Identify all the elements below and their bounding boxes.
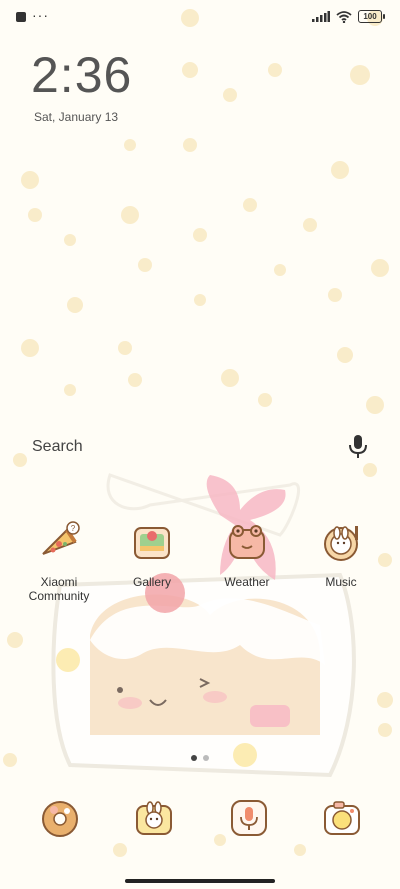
gallery-cake-icon <box>134 527 170 559</box>
wallpaper-dot <box>183 138 197 152</box>
home-indicator[interactable] <box>125 879 275 883</box>
wallpaper-dot <box>194 294 206 306</box>
wallpaper-dot <box>294 844 306 856</box>
page-dot <box>203 755 209 761</box>
wallpaper-dot <box>121 206 139 224</box>
microphone-icon[interactable] <box>346 434 370 460</box>
wallpaper-dot <box>28 208 42 222</box>
search-label: Search <box>32 438 83 455</box>
wallpaper-dot <box>182 62 198 78</box>
bunny-music-icon <box>324 526 358 561</box>
wallpaper-dot <box>138 258 152 272</box>
wallpaper-dot <box>303 218 317 232</box>
wallpaper-dot <box>124 139 136 151</box>
status-bar: ··· 100 <box>0 0 400 36</box>
wallpaper-dot <box>64 384 76 396</box>
wallpaper-dot <box>350 65 370 85</box>
recorder-mic-icon[interactable] <box>229 798 269 838</box>
app-label: Weather <box>224 575 270 589</box>
frog-weather-icon <box>229 525 265 559</box>
search-bar[interactable]: Search <box>16 428 384 466</box>
app-weather[interactable]: Weather <box>203 520 291 589</box>
app-label: Gallery <box>132 575 171 589</box>
cell-signal-icon <box>312 11 330 22</box>
battery-icon: 100 <box>358 10 385 23</box>
app-label: Xiaomi Community <box>28 575 90 603</box>
wallpaper-dot <box>223 88 237 102</box>
wallpaper-dot <box>337 347 353 363</box>
wallpaper-dot <box>377 692 393 708</box>
wallpaper-dot <box>193 228 207 242</box>
more-dots-icon: ··· <box>32 7 49 23</box>
wallpaper-dot <box>258 393 272 407</box>
wallpaper-illustration <box>51 473 356 778</box>
wallpaper-dot <box>366 396 384 414</box>
pizza-icon: ? <box>42 521 80 555</box>
wallpaper-dot <box>118 341 132 355</box>
wifi-icon <box>336 10 352 23</box>
app-label: Music <box>325 575 357 589</box>
wallpaper-dot <box>328 288 342 302</box>
wallpaper-dot <box>21 171 39 189</box>
phone-donut-icon[interactable] <box>40 798 80 838</box>
wallpaper-dot <box>128 373 142 387</box>
wallpaper-dot <box>221 369 239 387</box>
wallpaper-dot <box>371 259 389 277</box>
wallpaper-dot <box>64 234 76 246</box>
wallpaper-dot <box>7 632 23 648</box>
wallpaper-dot <box>268 63 282 77</box>
camera-lemon-icon[interactable] <box>322 798 362 838</box>
clock-time: 2:36 <box>31 47 133 103</box>
app-square-icon <box>16 12 26 22</box>
wallpaper-dot <box>243 198 257 212</box>
wallpaper-dot <box>331 161 349 179</box>
page-dot-active <box>191 755 197 761</box>
wallpaper-dot <box>113 843 127 857</box>
wallpaper-dot <box>378 723 392 737</box>
wallpaper-dot <box>21 339 39 357</box>
app-music[interactable]: Music <box>297 520 385 589</box>
messages-bunny-icon[interactable] <box>134 798 174 838</box>
clock-date: Sat, January 13 <box>34 110 119 124</box>
app-gallery[interactable]: Gallery <box>108 520 196 589</box>
app-xiaomi-community[interactable]: ? Xiaomi Community <box>15 520 103 603</box>
svg-text:?: ? <box>71 524 76 533</box>
dock <box>0 798 400 844</box>
wallpaper-dot <box>67 297 83 313</box>
page-indicator <box>0 755 400 761</box>
wallpaper-dot <box>274 264 286 276</box>
